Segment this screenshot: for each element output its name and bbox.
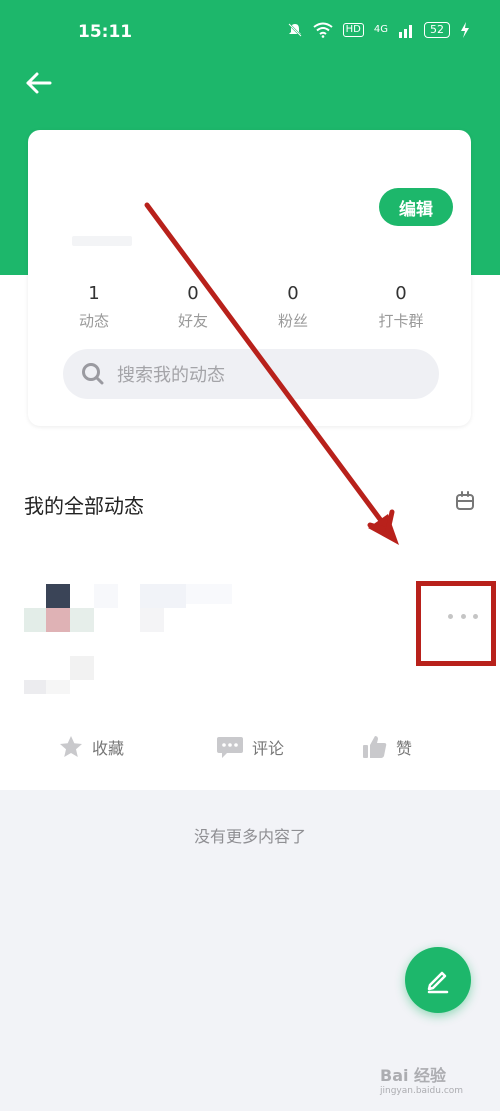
profile-stats: 1 动态 0 好友 0 粉丝 0 打卡群 xyxy=(28,283,471,333)
edit-profile-button[interactable]: 编辑 xyxy=(379,188,453,226)
status-icons: HD 4G 52 xyxy=(287,22,470,38)
back-button[interactable] xyxy=(22,65,58,101)
status-time: 15:11 xyxy=(78,22,133,42)
favorite-label: 收藏 xyxy=(92,739,125,758)
charging-icon xyxy=(461,22,469,38)
battery-level: 52 xyxy=(424,22,450,38)
network-type: 4G xyxy=(373,24,388,35)
search-posts-input[interactable]: 搜索我的动态 xyxy=(63,349,439,399)
stat-label: 动态 xyxy=(78,312,109,330)
stat-label: 好友 xyxy=(177,312,208,330)
annotation-highlight-box xyxy=(416,581,496,666)
post-content-blurred xyxy=(24,584,232,694)
like-button[interactable]: 赞 xyxy=(362,732,412,762)
stat-label: 打卡群 xyxy=(378,312,424,330)
stat-friends[interactable]: 0 好友 xyxy=(153,283,233,331)
star-icon xyxy=(60,736,82,757)
stat-label: 粉丝 xyxy=(277,312,308,330)
baidu-jingyan-watermark: Bai 经验 jingyan.baidu.com xyxy=(380,1062,495,1107)
stat-value: 0 xyxy=(187,283,199,304)
like-label: 赞 xyxy=(396,739,413,758)
hd-badge: HD xyxy=(342,23,364,37)
watermark-brand: Bai 经验 xyxy=(380,1066,447,1085)
no-more-content-text: 没有更多内容了 xyxy=(193,827,306,846)
thumbs-up-icon xyxy=(363,736,387,758)
user-name-blurred xyxy=(72,236,132,246)
mute-icon xyxy=(287,23,302,37)
create-post-button[interactable] xyxy=(405,947,471,1013)
stat-value: 1 xyxy=(88,283,100,304)
feed-section-title: 我的全部动态 xyxy=(24,494,144,518)
back-arrow-icon xyxy=(26,72,52,94)
signal-icon xyxy=(399,25,412,38)
comment-button[interactable]: 评论 xyxy=(216,732,284,762)
stat-followers[interactable]: 0 粉丝 xyxy=(253,283,333,331)
stat-value: 0 xyxy=(395,283,407,304)
pencil-icon xyxy=(427,971,449,994)
calendar-icon[interactable] xyxy=(454,490,476,512)
stat-value: 0 xyxy=(287,283,299,304)
comment-label: 评论 xyxy=(252,739,285,758)
status-bar: 15:11 HD 4G 52 xyxy=(0,0,500,62)
search-placeholder: 搜索我的动态 xyxy=(117,365,225,386)
wifi-icon xyxy=(313,22,333,38)
stat-checkin-groups[interactable]: 0 打卡群 xyxy=(361,283,441,331)
comment-icon xyxy=(217,737,243,758)
search-icon xyxy=(82,363,104,385)
favorite-button[interactable]: 收藏 xyxy=(58,732,124,762)
watermark-url: jingyan.baidu.com xyxy=(380,1086,464,1096)
stat-posts[interactable]: 1 动态 xyxy=(54,283,134,331)
